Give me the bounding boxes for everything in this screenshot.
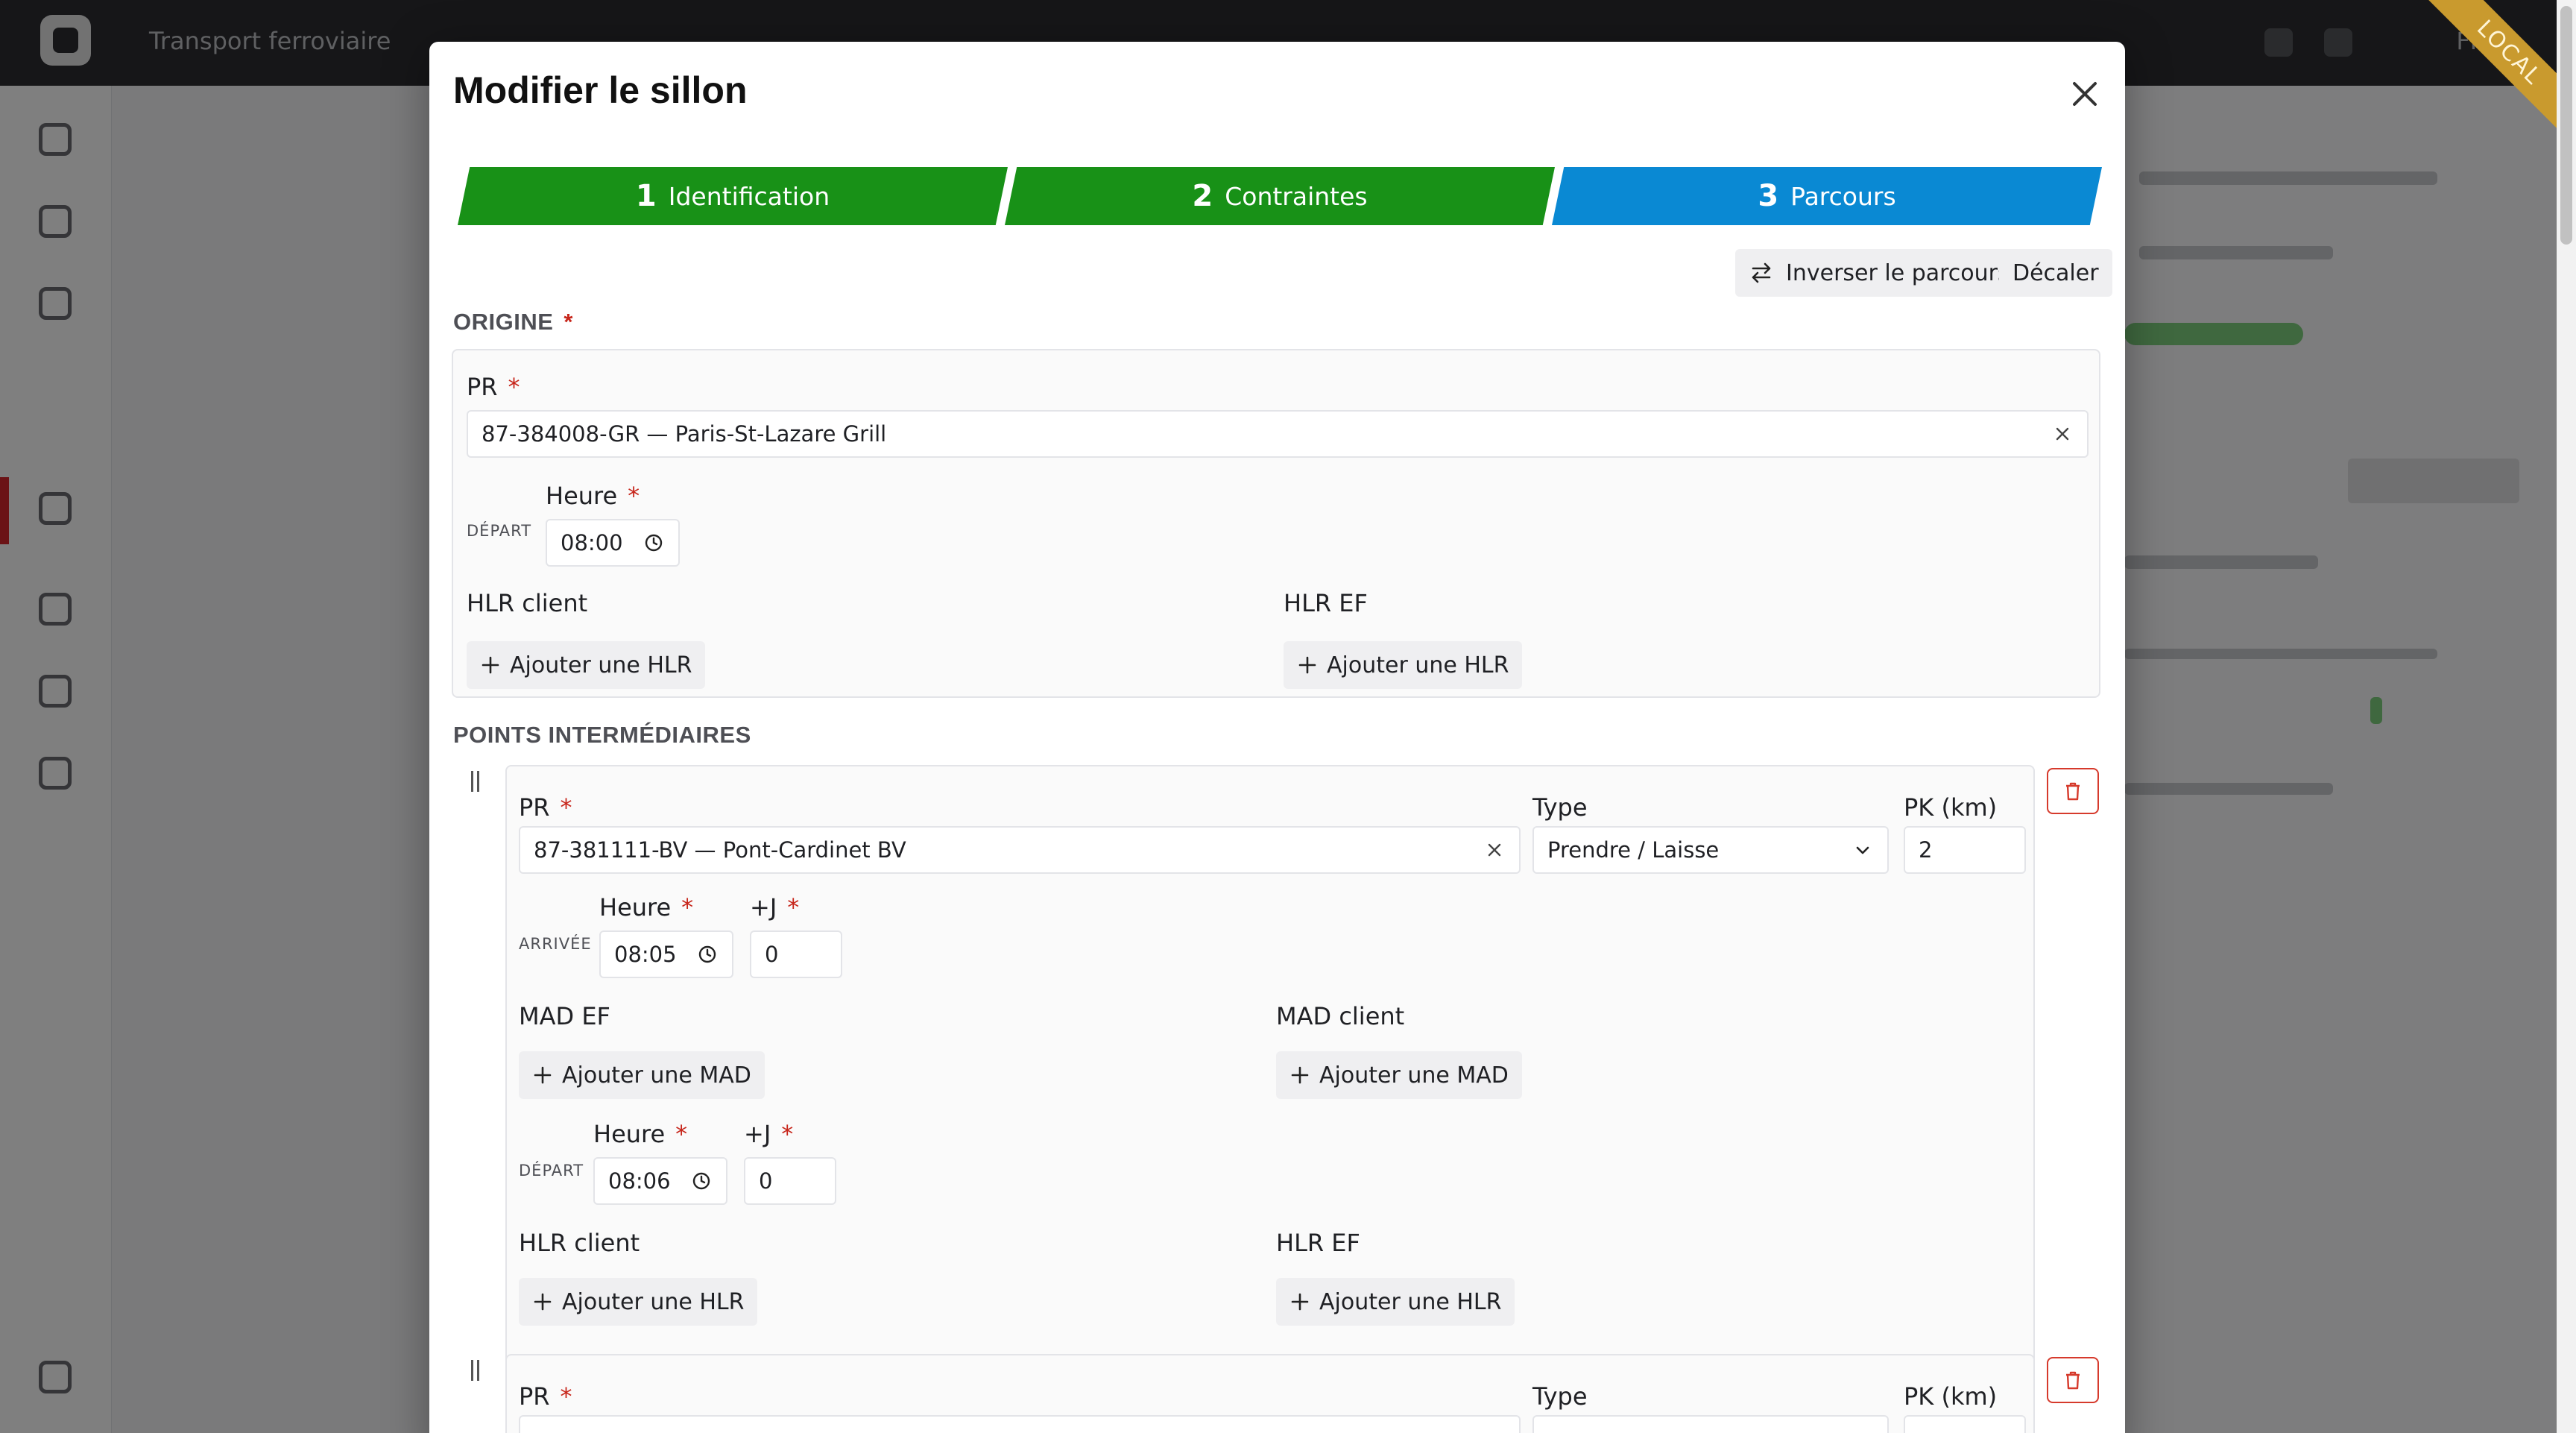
- point-pk-field[interactable]: 2: [1904, 826, 2026, 874]
- mad-client-label: MAD client: [1276, 1002, 1405, 1030]
- close-button[interactable]: [2064, 73, 2106, 115]
- departure-time-label: Heure *: [593, 1120, 688, 1148]
- arrival-time-value: 08:05: [614, 942, 677, 967]
- origin-card: PR * 87-384008-GR — Paris-St-Lazare Grill…: [452, 349, 2100, 698]
- step-number: 2: [1192, 179, 1213, 213]
- chevron-down-icon: [1856, 846, 1869, 854]
- point-type-select[interactable]: [1532, 1415, 1889, 1433]
- step-number: 3: [1758, 179, 1779, 213]
- add-hlr-label: Ajouter une HLR: [510, 652, 692, 678]
- origin-add-hlr-client-button[interactable]: Ajouter une HLR: [467, 641, 706, 689]
- origin-pr-label: PR *: [467, 373, 520, 401]
- modal-title: Modifier le sillon: [453, 69, 748, 111]
- plus-icon: [1298, 656, 1316, 674]
- add-hlr-label: Ajouter une HLR: [1319, 1288, 1502, 1315]
- shift-label: Décaler: [2012, 259, 2099, 286]
- plus-icon: [1291, 1066, 1309, 1084]
- point-pr-label: PR *: [519, 1382, 572, 1411]
- hlr-ef-label: HLR EF: [1276, 1229, 1360, 1257]
- shift-button[interactable]: Décaler: [1999, 249, 2112, 297]
- point-pk-label: PK (km): [1904, 793, 1998, 822]
- delete-point-button[interactable]: [2047, 1357, 2099, 1403]
- close-icon: [2073, 82, 2097, 106]
- point-type-value: Prendre / Laisse: [1547, 837, 1720, 863]
- trash-icon: [2066, 1371, 2080, 1390]
- plus-icon: [1291, 1293, 1309, 1311]
- point-type-label: Type: [1532, 1382, 1588, 1411]
- step-label: Identification: [668, 181, 830, 211]
- arrival-label: ARRIVÉE: [519, 935, 592, 953]
- edit-path-modal: Modifier le sillon 1 Identification 2 Co…: [429, 42, 2125, 1433]
- add-mad-ef-button[interactable]: Ajouter une MAD: [519, 1051, 765, 1099]
- add-hlr-client-button[interactable]: Ajouter une HLR: [519, 1278, 758, 1326]
- departure-label: DÉPART: [519, 1162, 584, 1180]
- add-mad-client-button[interactable]: Ajouter une MAD: [1276, 1051, 1522, 1099]
- arrival-day-label: +J *: [750, 893, 800, 922]
- step-contraintes[interactable]: 2 Contraintes: [1005, 167, 1555, 225]
- page-scrollbar[interactable]: [2557, 0, 2576, 1433]
- intermediate-section-title: POINTS INTERMÉDIAIRES: [453, 722, 751, 748]
- origin-hlr-client-label: HLR client: [467, 589, 588, 617]
- point-type-select[interactable]: Prendre / Laisse: [1532, 826, 1889, 874]
- step-number: 1: [635, 179, 657, 213]
- clear-icon[interactable]: [1483, 839, 1506, 861]
- point-pr-field[interactable]: 87-381111-BV — Pont-Cardinet BV: [519, 826, 1521, 874]
- point-pr-field[interactable]: [519, 1415, 1521, 1433]
- add-hlr-ef-button[interactable]: Ajouter une HLR: [1276, 1278, 1515, 1326]
- step-label: Parcours: [1790, 181, 1896, 211]
- swap-arrows-icon: [1752, 262, 1771, 283]
- plus-icon: [534, 1293, 552, 1311]
- arrival-time-field[interactable]: 08:05: [599, 930, 733, 978]
- departure-day-value: 0: [759, 1168, 773, 1194]
- mad-ef-label: MAD EF: [519, 1002, 610, 1030]
- departure-time-field[interactable]: 08:06: [593, 1157, 727, 1205]
- origin-time-field[interactable]: 08:00: [546, 519, 680, 567]
- point-pk-label: PK (km): [1904, 1382, 1998, 1411]
- clock-icon[interactable]: [690, 1170, 713, 1192]
- step-label: Contraintes: [1225, 181, 1368, 211]
- origin-time-label: Heure *: [546, 482, 640, 510]
- origin-departure-label: DÉPART: [467, 522, 532, 540]
- point-type-label: Type: [1532, 793, 1588, 822]
- intermediate-point-card: PR * Type PK (km) 87-381111-BV — Pont-Car…: [505, 765, 2035, 1382]
- step-identification[interactable]: 1 Identification: [458, 167, 1008, 225]
- clock-icon[interactable]: [643, 532, 665, 554]
- point-pr-value: 87-381111-BV — Pont-Cardinet BV: [534, 837, 906, 863]
- origin-pr-value: 87-384008-GR — Paris-St-Lazare Grill: [482, 421, 887, 447]
- origin-time-value: 08:00: [561, 530, 623, 555]
- arrival-time-label: Heure *: [599, 893, 694, 922]
- scrollbar-thumb[interactable]: [2560, 6, 2572, 245]
- drag-handle-icon[interactable]: [468, 771, 483, 792]
- arrival-day-field[interactable]: 0: [750, 930, 842, 978]
- clock-icon[interactable]: [696, 943, 719, 966]
- point-pk-value: 2: [1919, 837, 1933, 863]
- invert-route-button[interactable]: Inverser le parcours: [1735, 249, 2023, 297]
- trash-icon: [2066, 782, 2080, 801]
- stepper: 1 Identification 2 Contraintes 3 Parcour…: [458, 167, 2112, 225]
- intermediate-point-card: PR * Type PK (km): [505, 1354, 2035, 1433]
- add-mad-label: Ajouter une MAD: [1319, 1062, 1509, 1089]
- add-hlr-label: Ajouter une HLR: [1327, 652, 1509, 678]
- departure-day-label: +J *: [744, 1120, 794, 1148]
- plus-icon: [482, 656, 499, 674]
- arrival-day-value: 0: [765, 942, 779, 967]
- hlr-client-label: HLR client: [519, 1229, 640, 1257]
- add-hlr-label: Ajouter une HLR: [562, 1288, 745, 1315]
- origin-pr-field[interactable]: 87-384008-GR — Paris-St-Lazare Grill: [467, 410, 2089, 458]
- plus-icon: [534, 1066, 552, 1084]
- origin-hlr-ef-label: HLR EF: [1284, 589, 1368, 617]
- departure-time-value: 08:06: [608, 1168, 671, 1194]
- origin-section-title: ORIGINE *: [453, 309, 573, 335]
- step-parcours[interactable]: 3 Parcours: [1552, 167, 2102, 225]
- point-pk-field[interactable]: [1904, 1415, 2026, 1433]
- origin-add-hlr-ef-button[interactable]: Ajouter une HLR: [1284, 641, 1523, 689]
- drag-handle-icon[interactable]: [468, 1360, 483, 1381]
- invert-route-label: Inverser le parcours: [1786, 259, 2010, 286]
- departure-day-field[interactable]: 0: [744, 1157, 836, 1205]
- add-mad-label: Ajouter une MAD: [562, 1062, 751, 1089]
- delete-point-button[interactable]: [2047, 768, 2099, 814]
- point-pr-label: PR *: [519, 793, 572, 822]
- clear-icon[interactable]: [2051, 423, 2074, 445]
